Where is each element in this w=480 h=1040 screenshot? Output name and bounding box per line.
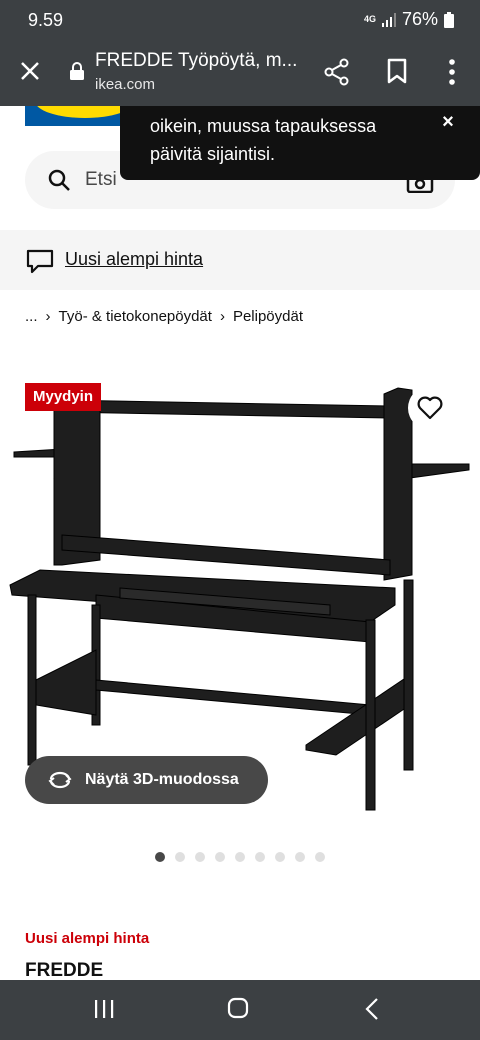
carousel-dot[interactable] — [235, 852, 245, 862]
price-label: Uusi alempi hinta — [25, 930, 150, 947]
toast-line-2: päivitä sijaintisi. — [150, 144, 276, 164]
share-icon[interactable] — [324, 58, 350, 86]
breadcrumb-separator: › — [219, 308, 225, 325]
browser-toolbar: FREDDE Työpöytä, m... ikea.com — [0, 40, 480, 106]
breadcrumb-item[interactable]: ... — [25, 308, 38, 325]
view-3d-label: Näytä 3D-muodossa — [85, 771, 239, 788]
page-domain[interactable]: ikea.com — [95, 76, 155, 93]
carousel-dot[interactable] — [215, 852, 225, 862]
carousel-dot[interactable] — [195, 852, 205, 862]
carousel-dot[interactable] — [315, 852, 325, 862]
bookmark-icon[interactable] — [386, 58, 408, 84]
page-title[interactable]: FREDDE Työpöytä, m... — [95, 50, 297, 72]
toast-close-button[interactable]: × — [438, 111, 458, 133]
view-3d-button[interactable]: Näytä 3D-muodossa — [25, 756, 268, 804]
more-menu-icon[interactable] — [442, 58, 462, 86]
battery-percent: 76% — [401, 9, 438, 29]
carousel-dot[interactable] — [275, 852, 285, 862]
signal-icon — [381, 12, 396, 27]
close-tab-icon[interactable] — [18, 59, 42, 83]
product-name: FREDDE — [25, 960, 104, 981]
promo-link[interactable]: Uusi alempi hinta — [65, 249, 203, 270]
search-icon — [48, 169, 70, 191]
breadcrumb-separator: › — [45, 308, 51, 325]
bestseller-badge: Myydyin — [25, 383, 102, 411]
chat-bubble-icon — [26, 249, 54, 274]
toast-line-1: oikein, muussa tapauksessa — [150, 116, 377, 136]
rotate-3d-icon — [48, 771, 72, 789]
lock-icon — [70, 62, 84, 80]
image-carousel-dots — [155, 852, 325, 862]
network-type: 4G — [363, 14, 376, 24]
status-indicators: 4G 76% — [364, 9, 454, 30]
carousel-dot[interactable] — [155, 852, 165, 862]
status-time: 9.59 — [28, 10, 64, 30]
breadcrumb: ... › Työ- & tietokonepöydät › Pelipöydä… — [25, 308, 303, 325]
promo-bar[interactable]: Uusi alempi hinta — [0, 230, 480, 290]
search-input[interactable]: Etsi — [85, 169, 117, 191]
home-icon[interactable] — [227, 997, 249, 1019]
breadcrumb-item[interactable]: Pelipöydät — [233, 308, 303, 325]
recent-apps-icon[interactable] — [93, 998, 115, 1020]
carousel-dot[interactable] — [295, 852, 305, 862]
carousel-dot[interactable] — [175, 852, 185, 862]
carousel-dot[interactable] — [255, 852, 265, 862]
status-bar: 9.59 4G 76% — [0, 0, 480, 40]
back-icon[interactable] — [365, 997, 379, 1021]
system-nav-bar — [0, 980, 480, 1040]
heart-icon — [417, 396, 443, 420]
favourite-button[interactable] — [408, 386, 452, 430]
location-toast: oikein, muussa tapauksessa päivitä sijai… — [120, 106, 480, 180]
breadcrumb-item[interactable]: Työ- & tietokonepöydät — [59, 308, 212, 325]
battery-icon — [444, 11, 454, 28]
